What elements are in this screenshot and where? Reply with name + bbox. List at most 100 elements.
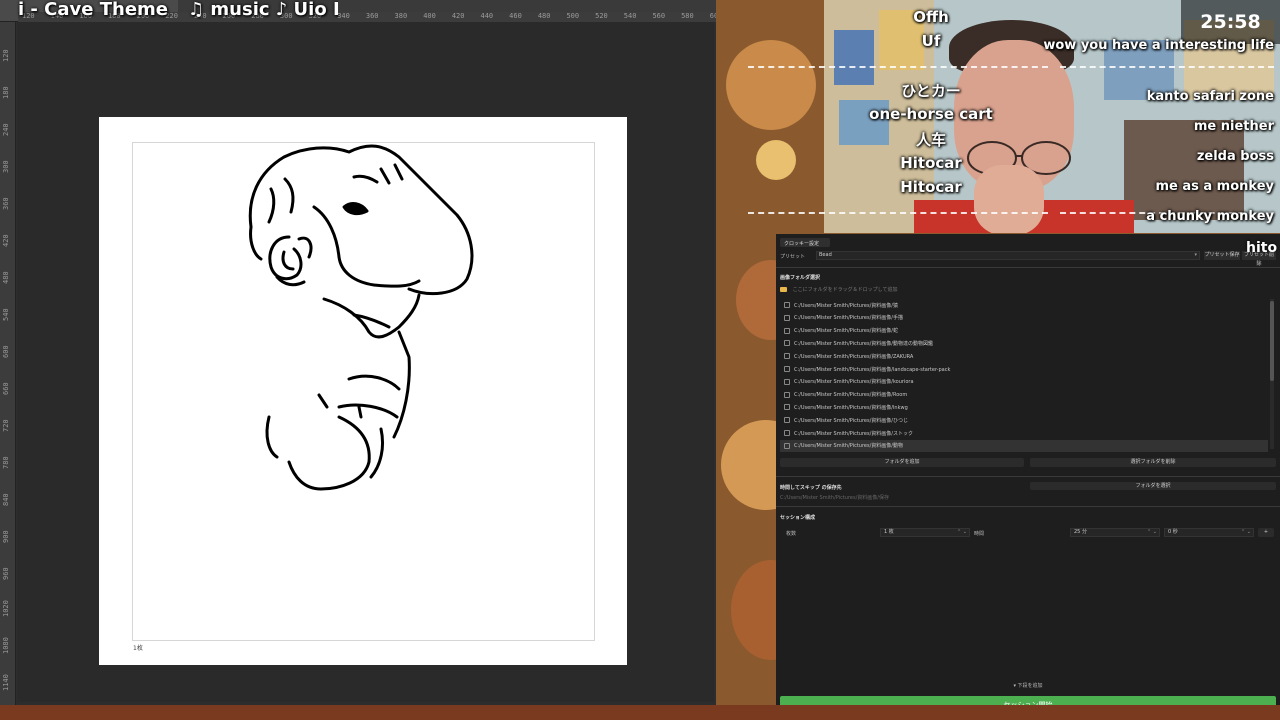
- caption-line: 人车: [915, 131, 946, 149]
- folder-list-item[interactable]: C:/Users/Mister Smith/Pictures/資料画像/動物: [780, 439, 1268, 452]
- folder-list: C:/Users/Mister Smith/Pictures/資料画像/猿 C:/…: [780, 299, 1272, 452]
- ruler-tick: 580: [681, 12, 694, 20]
- chevron-down-icon: ▾: [1194, 252, 1197, 258]
- stepper-arrows-icon[interactable]: ⌃ ⌄: [957, 529, 967, 536]
- folder-section-title: 画像フォルダ選択: [780, 275, 821, 281]
- folder-checkbox[interactable]: [784, 327, 790, 334]
- folder-path: C:/Users/Mister Smith/Pictures/資料画像/蛇: [794, 328, 898, 335]
- folder-checkbox[interactable]: [784, 391, 790, 398]
- folder-list-item[interactable]: C:/Users/Mister Smith/Pictures/資料画像/蛇: [780, 325, 1268, 337]
- folder-path: C:/Users/Mister Smith/Pictures/資料画像/ストック: [794, 430, 913, 437]
- chat-message: kanto safari zone: [1146, 89, 1274, 104]
- app-title: クロッキー設定: [784, 241, 820, 247]
- folder-checkbox[interactable]: [784, 417, 790, 424]
- ruler-tick: 340: [337, 12, 350, 20]
- caption-line: Hitocar: [900, 178, 962, 196]
- wall-poster: [1124, 120, 1244, 220]
- folder-list-item[interactable]: C:/Users/Mister Smith/Pictures/資料画像/land…: [780, 363, 1268, 375]
- ruler-tick: 660: [2, 382, 10, 395]
- folder-path: C:/Users/Mister Smith/Pictures/資料画像/手描: [794, 315, 903, 322]
- folder-list-item[interactable]: C:/Users/Mister Smith/Pictures/資料画像/kour…: [780, 376, 1268, 388]
- ruler-tick: 120: [2, 49, 10, 62]
- folder-checkbox[interactable]: [784, 314, 790, 321]
- ruler-tick: 560: [652, 12, 666, 20]
- remove-folder-button[interactable]: 選択フォルダを削除: [1030, 458, 1276, 467]
- ruler-tick: 360: [2, 197, 10, 210]
- caption-line: Hitocar: [900, 154, 962, 172]
- count-label: 枚数: [786, 531, 797, 537]
- folder-list-item[interactable]: C:/Users/Mister Smith/Pictures/資料画像/ストック: [780, 427, 1268, 439]
- now-playing: ♫ music ♪ Uio Lo: [188, 0, 338, 20]
- ruler-tick: 840: [2, 493, 10, 506]
- folder-checkbox[interactable]: [784, 442, 790, 449]
- folder-checkbox[interactable]: [784, 378, 790, 385]
- folder-list-scrollbar[interactable]: [1270, 299, 1274, 449]
- ruler-tick: 600: [709, 12, 716, 20]
- divider: [776, 506, 1280, 507]
- folder-path: C:/Users/Mister Smith/Pictures/資料画像/Inkw…: [794, 404, 908, 411]
- bg-decoration: [726, 40, 816, 130]
- folder-list-item[interactable]: C:/Users/Mister Smith/Pictures/資料画像/Inkw…: [780, 401, 1268, 413]
- ruler-tick: 1140: [2, 674, 10, 691]
- preset-select[interactable]: Bead ▾: [816, 251, 1200, 260]
- history-toggle[interactable]: ▾ 下段を追加: [776, 681, 1280, 691]
- chat-message: a chunky monkey: [1146, 209, 1274, 224]
- session-section-title: セッション構成: [780, 515, 816, 521]
- folder-checkbox[interactable]: [784, 404, 790, 411]
- folder-list-item[interactable]: C:/Users/Mister Smith/Pictures/資料画像/ひつじ: [780, 414, 1268, 426]
- folder-checkbox[interactable]: [784, 302, 790, 308]
- ruler-tick: 960: [2, 567, 10, 580]
- folder-list-item[interactable]: C:/Users/Mister Smith/Pictures/資料画像/動物達の…: [780, 337, 1268, 349]
- save-to-path: C:/Users/Mister Smith/Pictures/資料画像/保存: [780, 495, 889, 501]
- folder-icon: [780, 287, 787, 292]
- minutes-value: 25 分: [1074, 529, 1087, 535]
- save-preset-button[interactable]: プリセット保存: [1204, 251, 1240, 260]
- folder-drop-zone[interactable]: ここにフォルダをドラッグ＆ドロップして追加: [780, 286, 1276, 297]
- ruler-tick: 500: [566, 12, 580, 20]
- folder-path: C:/Users/Mister Smith/Pictures/資料画像/ZAKU…: [794, 353, 914, 360]
- ruler-tick: 480: [537, 12, 551, 20]
- ruler-tick: 900: [2, 530, 10, 543]
- side-username: hito: [1246, 240, 1278, 256]
- seconds-stepper[interactable]: 0 秒 ⌃ ⌄: [1164, 528, 1254, 537]
- folder-list-item[interactable]: C:/Users/Mister Smith/Pictures/資料画像/手描: [780, 312, 1268, 324]
- choose-folder-button[interactable]: フォルダを選択: [1030, 482, 1276, 490]
- ruler-tick: 300: [2, 160, 10, 173]
- ruler-tick: 460: [509, 12, 522, 20]
- vertical-ruler: 120 180 240 300 360 420 480 540 600 660 720 780 840 9…: [0, 22, 16, 705]
- folder-list-item[interactable]: C:/Users/Mister Smith/Pictures/資料画像/Room: [780, 389, 1268, 401]
- ruler-tick: 780: [2, 456, 10, 469]
- bottom-strip: [0, 705, 1280, 720]
- scrollbar-thumb[interactable]: [1270, 301, 1274, 381]
- add-row-button[interactable]: +: [1258, 528, 1274, 537]
- minutes-stepper[interactable]: 25 分 ⌃ ⌄: [1070, 528, 1160, 537]
- folder-checkbox[interactable]: [784, 366, 790, 372]
- folder-path: C:/Users/Mister Smith/Pictures/資料画像/land…: [794, 366, 951, 373]
- drop-hint: ここにフォルダをドラッグ＆ドロップして追加: [792, 287, 898, 293]
- folder-list-item[interactable]: C:/Users/Mister Smith/Pictures/資料画像/ZAKU…: [780, 350, 1268, 362]
- chat-message: me niether: [1193, 119, 1274, 134]
- folder-checkbox[interactable]: [784, 353, 790, 360]
- stepper-arrows-icon[interactable]: ⌃ ⌄: [1241, 529, 1251, 536]
- chat-divider: [1060, 66, 1274, 68]
- ruler-tick: 360: [365, 12, 379, 20]
- add-folder-button[interactable]: フォルダを追加: [780, 458, 1024, 467]
- caption-line: ひとカー: [901, 82, 961, 100]
- ruler-tick: 400: [423, 12, 436, 20]
- stepper-arrows-icon[interactable]: ⌃ ⌄: [1147, 529, 1157, 536]
- frame-label: 1枚: [133, 645, 143, 652]
- count-stepper[interactable]: 1 枚 ⌃ ⌄: [880, 528, 970, 537]
- ruler-tick: 600: [2, 345, 10, 358]
- folder-list-item[interactable]: C:/Users/Mister Smith/Pictures/資料画像/猿: [780, 299, 1268, 311]
- ruler-tick: 420: [451, 12, 465, 20]
- folder-path: C:/Users/Mister Smith/Pictures/資料画像/動物達の…: [794, 340, 933, 347]
- folder-checkbox[interactable]: [784, 430, 790, 436]
- count-value: 1 枚: [884, 529, 894, 535]
- divider: [776, 476, 1280, 477]
- drawing-app-window: 120 140 160 180 200 220 240 260 280 300 320 340 360 3…: [0, 0, 716, 705]
- divider: [776, 267, 1280, 268]
- ruler-tick: 180: [2, 86, 10, 99]
- folder-checkbox[interactable]: [784, 340, 790, 347]
- folder-path: C:/Users/Mister Smith/Pictures/資料画像/Room: [794, 392, 908, 399]
- ruler-tick: 540: [2, 308, 10, 321]
